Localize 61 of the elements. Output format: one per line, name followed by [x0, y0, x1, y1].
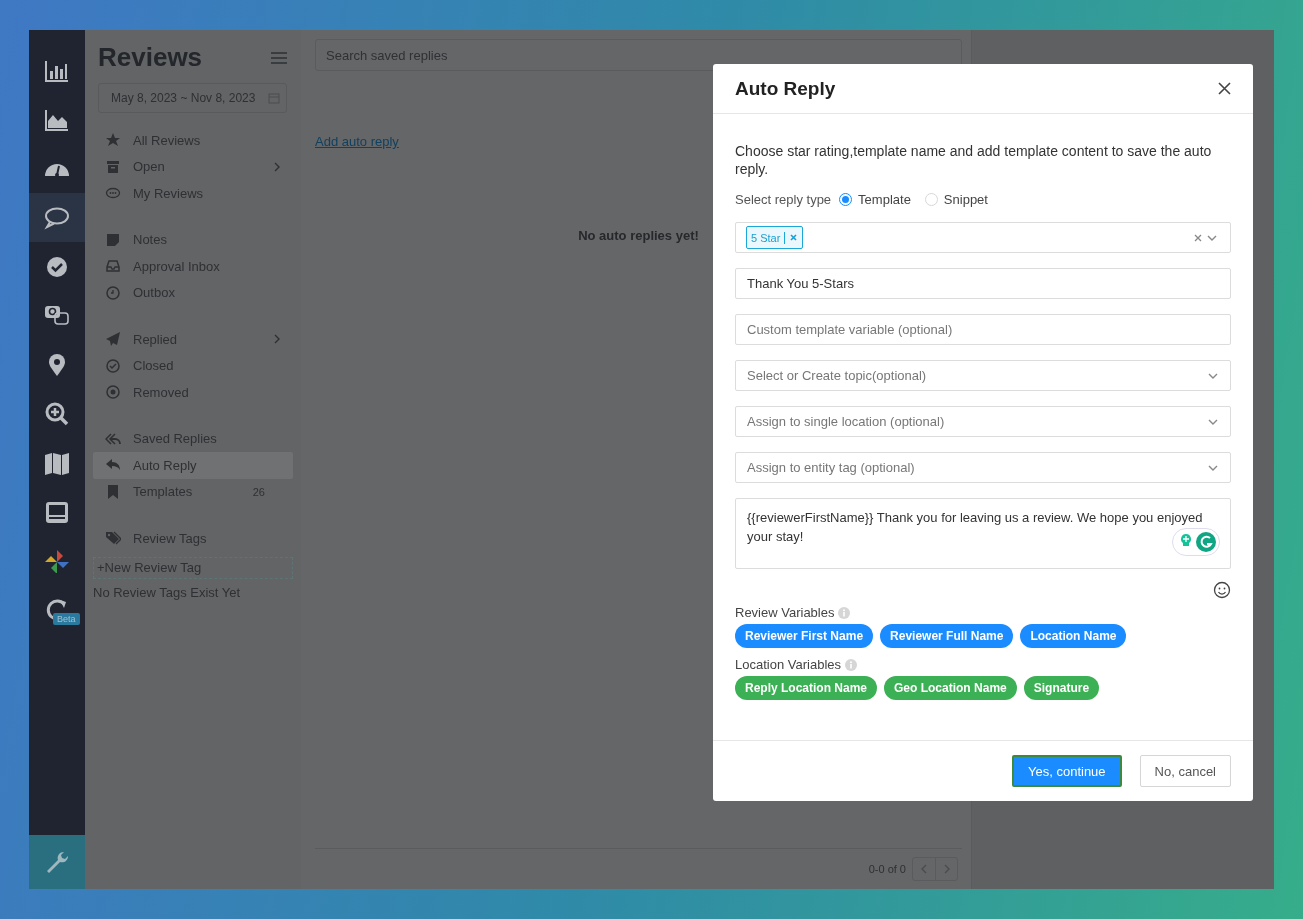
nav-item[interactable] — [29, 193, 85, 242]
variable-chip[interactable]: Signature — [1023, 676, 1100, 700]
sidebar-title: Reviews — [98, 42, 203, 73]
variable-chip[interactable]: Reply Location Name — [735, 676, 878, 700]
x-circle-icon — [105, 384, 121, 401]
variable-chip[interactable]: Geo Location Name — [884, 676, 1017, 700]
question-answer-icon — [44, 303, 70, 328]
zoom-in-icon — [44, 401, 70, 426]
panel-icon — [44, 499, 70, 524]
select-field[interactable]: Assign to entity tag (optional) — [735, 452, 1231, 483]
close-button[interactable] — [1218, 82, 1231, 95]
variables-label: Location Variables — [735, 657, 841, 672]
speech-bubble-icon — [44, 205, 70, 230]
dialog-description: Choose star rating,template name and add template content to save the auto reply. — [735, 142, 1213, 178]
info-icon — [838, 606, 851, 619]
check-circle-icon — [105, 357, 121, 374]
tags-icon — [105, 530, 121, 547]
clear-button[interactable] — [1194, 233, 1202, 242]
note-icon — [105, 231, 121, 248]
bookmark-icon — [105, 483, 121, 500]
input-field[interactable]: Custom template variable (optional) — [735, 314, 1231, 345]
beta-badge: Beta — [53, 613, 80, 625]
input-field[interactable]: Thank You 5-Stars — [735, 268, 1231, 299]
star-icon — [105, 132, 121, 149]
archive-box-icon — [105, 158, 121, 175]
map-icon — [44, 450, 70, 475]
select-field[interactable]: Select or Create topic(optional) — [735, 360, 1231, 391]
template-content-field[interactable]: {{reviewerFirstName}} Thank you for leaving us a review. We hope you enjoyed your stay! — [735, 498, 1231, 569]
variable-chip[interactable]: Location Name — [1020, 624, 1127, 648]
radio-option[interactable]: Snippet — [924, 192, 988, 207]
reply-all-icon — [105, 430, 121, 447]
select-field[interactable]: Assign to single location (optional) — [735, 406, 1231, 437]
writing-assistant-icon — [1172, 528, 1220, 556]
add-auto-reply-link[interactable]: Add auto reply — [315, 134, 399, 149]
pinwheel-icon — [44, 548, 70, 573]
emoji-icon — [1213, 581, 1231, 599]
settings-button[interactable] — [29, 835, 85, 889]
cancel-button[interactable]: No, cancel — [1139, 755, 1231, 787]
menu-icon — [271, 51, 287, 64]
variable-chip[interactable]: Reviewer Full Name — [880, 624, 1014, 648]
field-label: Select reply type — [735, 192, 832, 207]
rating-tag: 5 Star — [746, 226, 804, 249]
sidebar-item[interactable]: Auto Reply — [93, 452, 293, 479]
dialog-title: Auto Reply — [735, 77, 836, 100]
close-icon — [1218, 82, 1231, 95]
clear-icon — [1194, 233, 1202, 242]
paper-plane-icon — [105, 331, 121, 348]
check-circle-icon — [44, 254, 70, 279]
radio-option[interactable]: Template — [839, 192, 911, 207]
variable-chip[interactable]: Reviewer First Name — [735, 624, 874, 648]
inbox-icon — [105, 258, 121, 275]
star-rating-select[interactable]: 5 Star — [735, 222, 1231, 253]
variables-label: Review Variables — [735, 605, 835, 620]
bar-chart-icon — [44, 58, 70, 83]
nav-item[interactable]: Beta — [29, 585, 85, 634]
info-icon — [845, 658, 857, 671]
area-chart-icon — [44, 107, 70, 132]
empty-message: No auto replies yet! — [578, 228, 699, 243]
clock-icon — [105, 284, 121, 301]
remove-icon — [790, 234, 798, 241]
continue-button[interactable]: Yes, continue — [1012, 755, 1122, 787]
